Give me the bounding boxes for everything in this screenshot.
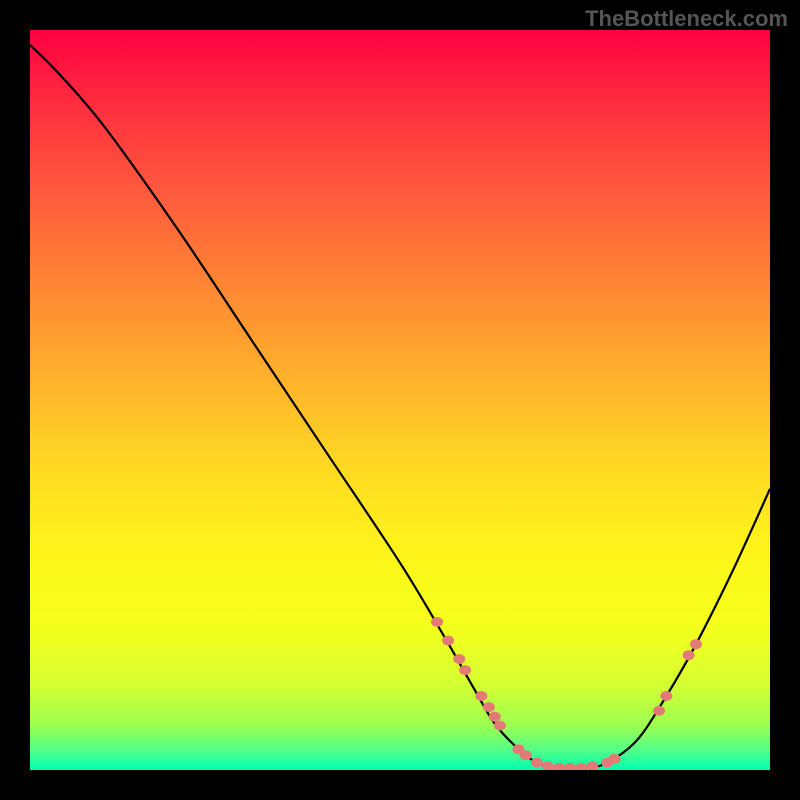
chart-marker — [586, 761, 598, 770]
chart-marker — [494, 721, 506, 731]
chart-marker — [453, 654, 465, 664]
chart-marker — [442, 636, 454, 646]
chart-marker — [690, 639, 702, 649]
chart-marker — [683, 650, 695, 660]
chart-marker — [542, 761, 554, 770]
chart-marker — [531, 758, 543, 768]
chart-marker — [609, 754, 621, 764]
chart-curve — [30, 45, 770, 768]
chart-marker — [653, 706, 665, 716]
chart-marker — [431, 617, 443, 627]
chart-marker — [564, 763, 576, 770]
chart-marker — [660, 691, 672, 701]
chart-marker — [459, 665, 471, 675]
chart-marker — [553, 763, 565, 770]
chart-marker — [483, 702, 495, 712]
chart-marker — [575, 763, 587, 770]
chart-plot-area — [30, 30, 770, 770]
chart-markers — [431, 617, 702, 770]
chart-marker — [520, 750, 532, 760]
chart-marker — [489, 712, 501, 722]
watermark-text: TheBottleneck.com — [585, 6, 788, 32]
chart-marker — [475, 691, 487, 701]
chart-svg — [30, 30, 770, 770]
